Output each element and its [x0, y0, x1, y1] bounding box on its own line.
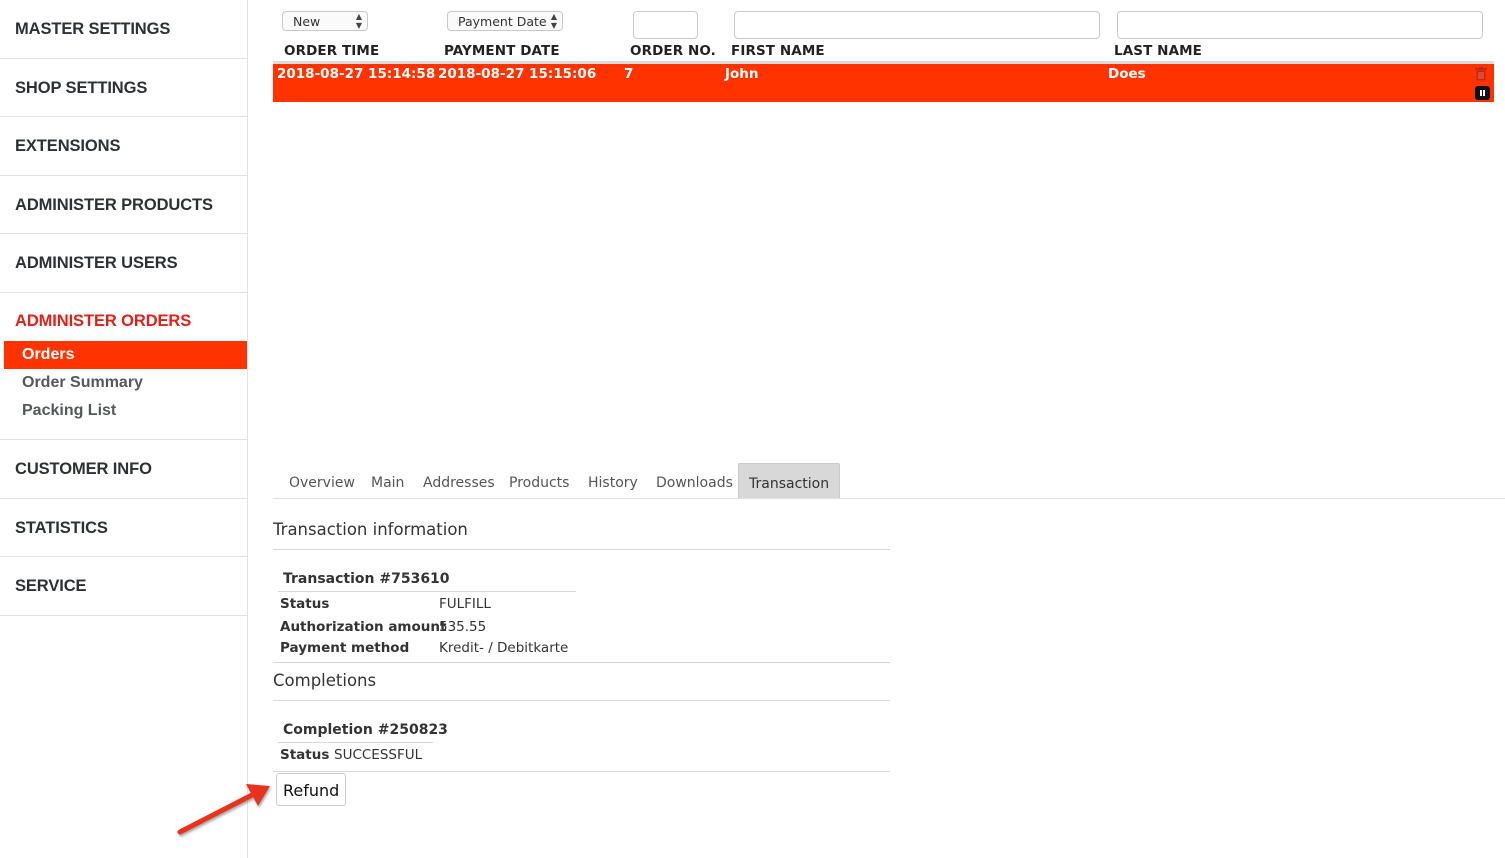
column-order-time[interactable]: ORDER TIME [284, 43, 379, 59]
order-no-filter-input[interactable] [633, 11, 698, 39]
divider [273, 771, 890, 772]
first-name-filter-input[interactable] [734, 11, 1100, 39]
payment-method-value: Kredit- / Debitkarte [439, 640, 569, 656]
tab-history[interactable]: History [578, 463, 648, 498]
transaction-status-value: FULFILL [439, 596, 491, 612]
last-name-cell: Does [1108, 66, 1146, 82]
sidebar-shop-settings[interactable]: SHOP SETTINGS [0, 59, 247, 118]
trash-icon[interactable] [1475, 67, 1487, 81]
authorization-amount-label: Authorization amount [280, 619, 447, 635]
sidebar-extensions[interactable]: EXTENSIONS [0, 117, 247, 176]
transaction-section-title: Transaction information [273, 520, 468, 539]
sidebar-service[interactable]: SERVICE [0, 557, 247, 616]
order-row[interactable]: 2018-08-27 15:14:58 2018-08-27 15:15:06 … [273, 64, 1494, 102]
tab-products[interactable]: Products [499, 463, 579, 498]
divider [273, 662, 890, 663]
sidebar: MASTER SETTINGS SHOP SETTINGS EXTENSIONS… [0, 0, 248, 858]
tab-downloads[interactable]: Downloads [646, 463, 743, 498]
pause-icon[interactable] [1475, 86, 1490, 100]
sidebar-customer-info[interactable]: CUSTOMER INFO [0, 440, 247, 499]
sidebar-master-settings[interactable]: MASTER SETTINGS [0, 0, 247, 59]
authorization-amount-value: 535.55 [439, 619, 487, 635]
sidebar-administer-users[interactable]: ADMINISTER USERS [0, 234, 247, 293]
divider [278, 742, 433, 743]
sidebar-statistics[interactable]: STATISTICS [0, 499, 247, 558]
last-name-filter-input[interactable] [1117, 11, 1483, 39]
sidebar-item-order-summary[interactable]: Order Summary [0, 369, 247, 397]
select-arrows-icon: ▲ ▼ [550, 12, 557, 30]
status-filter-value: New [293, 14, 321, 29]
sidebar-item-packing-list[interactable]: Packing List [0, 397, 247, 425]
first-name-cell: John [725, 66, 759, 82]
transaction-heading: Transaction #753610 [283, 571, 450, 587]
tab-main[interactable]: Main [361, 463, 414, 498]
select-arrows-icon: ▲ ▼ [355, 12, 362, 30]
divider [273, 700, 890, 701]
column-first-name[interactable]: FIRST NAME [731, 43, 825, 59]
sidebar-item-orders[interactable]: Orders [4, 340, 247, 369]
sidebar-administer-products[interactable]: ADMINISTER PRODUCTS [0, 176, 247, 235]
order-time-cell: 2018-08-27 15:14:58 [277, 66, 436, 82]
completion-heading: Completion #250823 [283, 722, 448, 738]
payment-date-cell: 2018-08-27 15:15:06 [438, 66, 597, 82]
divider [278, 591, 576, 592]
refund-button[interactable]: Refund [276, 773, 346, 806]
date-filter-value: Payment Date [458, 14, 547, 29]
completion-status-value: SUCCESSFUL [334, 747, 423, 763]
order-no-cell: 7 [624, 66, 634, 82]
column-order-no[interactable]: ORDER NO. [630, 43, 716, 59]
column-last-name[interactable]: LAST NAME [1114, 43, 1202, 59]
status-filter-select[interactable]: New ▲ ▼ [282, 11, 368, 31]
tab-transaction[interactable]: Transaction [738, 463, 841, 498]
arrow-annotation-icon [177, 784, 270, 835]
transaction-status-label: Status [280, 596, 330, 612]
order-detail-tabs: Overview Main Addresses Products History… [273, 463, 1505, 499]
tab-addresses[interactable]: Addresses [413, 463, 505, 498]
tab-overview[interactable]: Overview [279, 463, 365, 498]
orders-submenu: Orders Order Summary Packing List [0, 340, 247, 440]
completion-status-label: Status [280, 747, 330, 763]
column-payment-date[interactable]: PAYMENT DATE [444, 43, 560, 59]
divider [273, 549, 890, 550]
sidebar-administer-orders[interactable]: ADMINISTER ORDERS [0, 293, 247, 341]
date-filter-select[interactable]: Payment Date ▲ ▼ [447, 11, 563, 31]
payment-method-label: Payment method [280, 640, 410, 656]
completions-section-title: Completions [273, 671, 377, 690]
